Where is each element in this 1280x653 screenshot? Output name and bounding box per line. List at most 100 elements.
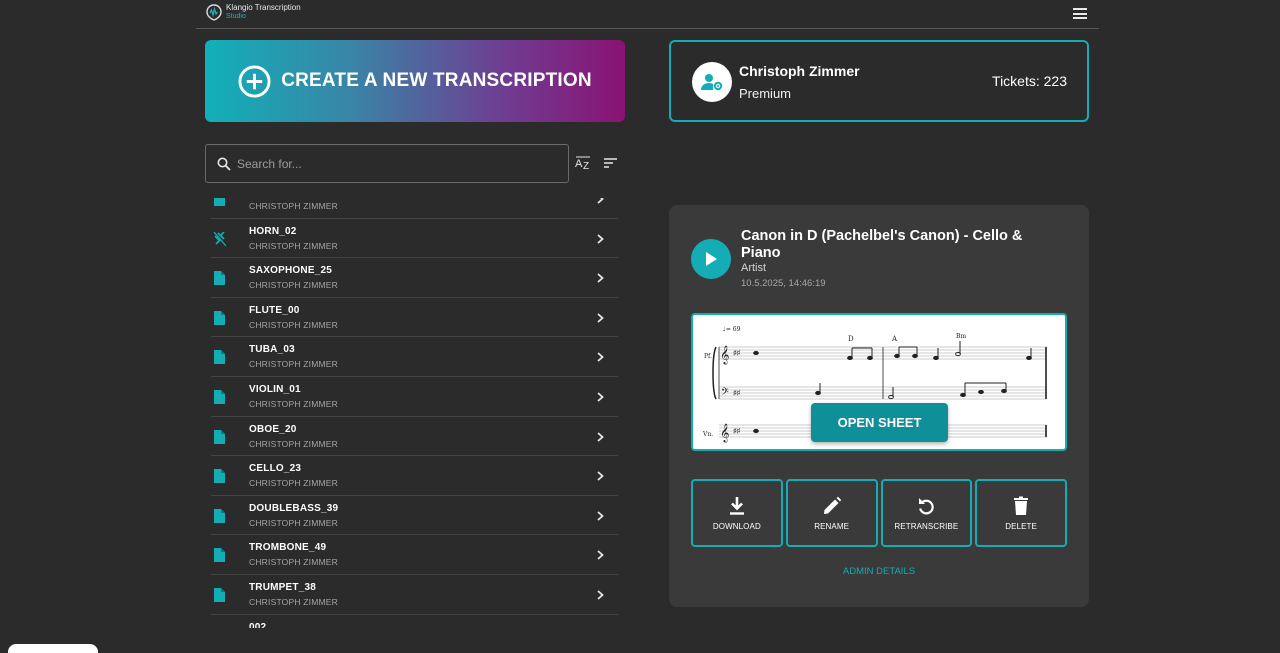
list-item[interactable]: TRUMPET_38 CHRISTOPH ZIMMER	[211, 575, 618, 615]
download-button[interactable]: DOWNLOAD	[691, 479, 783, 547]
bottom-widget[interactable]	[8, 644, 98, 653]
chevron-right-icon	[597, 431, 604, 442]
search-input[interactable]	[237, 154, 557, 174]
list-item[interactable]: CELLO_23 CHRISTOPH ZIMMER	[211, 456, 618, 496]
search-icon	[217, 157, 231, 171]
retranscribe-icon	[919, 497, 935, 514]
delete-label: DELETE	[1005, 521, 1037, 531]
svg-text:Pf.: Pf.	[704, 353, 712, 360]
list-item-name: TUBA_03	[249, 344, 295, 356]
svg-text:𝄞: 𝄞	[720, 423, 729, 443]
list-item[interactable]: HORN_02 CHRISTOPH ZIMMER	[211, 219, 618, 259]
user-card: Christoph Zimmer Premium Tickets: 223	[669, 40, 1089, 122]
transcription-title: Canon in D (Pachelbel's Canon) - Cello &…	[741, 228, 1023, 261]
admin-details-link[interactable]: ADMIN DETAILS	[669, 566, 1089, 577]
download-icon	[729, 496, 744, 515]
transcription-list: CHRISTOPH ZIMMER HORN_02 CHRISTOPH ZIMMER S…	[211, 198, 618, 628]
svg-text:Bm: Bm	[956, 333, 966, 340]
delete-button[interactable]: DELETE	[975, 479, 1067, 547]
file-icon	[214, 389, 225, 404]
search-box	[205, 144, 569, 183]
svg-text:Vn.: Vn.	[702, 431, 713, 438]
svg-text:A: A	[891, 335, 898, 343]
list-item-owner: CHRISTOPH ZIMMER	[249, 478, 338, 489]
list-item-owner: CHRISTOPH ZIMMER	[249, 280, 338, 291]
list-item-owner: CHRISTOPH ZIMMER	[249, 240, 338, 251]
plus-circle-icon	[238, 64, 271, 98]
svg-text:𝄢: 𝄢	[721, 386, 729, 400]
chevron-right-icon	[597, 198, 604, 204]
transcription-artist: Artist	[741, 262, 767, 274]
list-item-name: VIOLIN_01	[249, 383, 301, 395]
list-item[interactable]: OBOE_20 CHRISTOPH ZIMMER	[211, 417, 618, 457]
user-name: Christoph Zimmer	[739, 63, 860, 79]
list-item-owner: CHRISTOPH ZIMMER	[249, 201, 338, 211]
list-item-name: DOUBLEBASS_39	[249, 502, 339, 514]
retranscribe-button[interactable]: RETRANSCRIBE	[880, 479, 973, 547]
file-icon	[214, 508, 225, 523]
svg-text:𝄞: 𝄞	[720, 345, 729, 365]
user-plan: Premium	[739, 86, 792, 101]
action-buttons: DOWNLOAD RENAME RETRANSCRIBE DELETE	[691, 479, 1067, 547]
logo-title: Klangio Transcription	[226, 3, 301, 12]
list-item[interactable]: TROMBONE_49 CHRISTOPH ZIMMER	[211, 535, 618, 575]
create-transcription-button[interactable]: CREATE A NEW TRANSCRIPTION	[205, 40, 625, 122]
rename-button[interactable]: RENAME	[785, 479, 878, 547]
list-item[interactable]: VIOLIN_01 CHRISTOPH ZIMMER	[211, 377, 618, 417]
list-item[interactable]: CHRISTOPH ZIMMER	[211, 198, 618, 219]
chevron-right-icon	[597, 590, 604, 600]
svg-text:♯♯: ♯♯	[733, 428, 741, 435]
unlink-icon	[213, 231, 226, 246]
svg-text:A: A	[575, 158, 583, 170]
chevron-right-icon	[597, 273, 604, 283]
hamburger-menu-icon[interactable]	[1073, 8, 1087, 19]
chevron-right-icon	[597, 392, 604, 402]
svg-text:D: D	[848, 335, 854, 343]
list-item[interactable]: FLUTE_00 CHRISTOPH ZIMMER	[211, 298, 618, 338]
list-item-owner: CHRISTOPH ZIMMER	[249, 319, 338, 330]
pencil-icon	[823, 496, 841, 514]
sort-alphabetical-icon[interactable]: A Z	[575, 155, 592, 171]
app-logo[interactable]: Klangio Transcription Studio	[206, 3, 301, 21]
tickets-count: Tickets: 223	[992, 73, 1067, 89]
file-icon	[214, 310, 225, 325]
list-item[interactable]: 002	[211, 615, 618, 628]
svg-text:Z: Z	[583, 161, 589, 171]
chevron-right-icon	[597, 550, 604, 561]
list-item[interactable]: TUBA_03 CHRISTOPH ZIMMER	[211, 337, 618, 377]
chevron-right-icon	[597, 352, 604, 363]
svg-text:♯♯: ♯♯	[733, 350, 741, 357]
download-label: DOWNLOAD	[712, 521, 761, 531]
file-icon	[214, 350, 225, 365]
transcription-detail-panel: Canon in D (Pachelbel's Canon) - Cello &…	[669, 205, 1089, 607]
list-item-owner: CHRISTOPH ZIMMER	[249, 517, 338, 528]
list-item-name: TROMBONE_49	[249, 542, 327, 554]
list-item-name: HORN_02	[249, 225, 297, 237]
sheet-preview[interactable]: ♩= 69 D A Bm Pf. Vn. 𝄞 𝄢 𝄞 ♯♯ ♯♯ ♯♯ OPEN…	[691, 313, 1067, 451]
list-item-owner: CHRISTOPH ZIMMER	[249, 438, 338, 449]
transcription-date: 10.5.2025, 14:46:19	[741, 278, 826, 289]
open-sheet-button[interactable]: OPEN SHEET	[811, 403, 948, 442]
list-item-owner: CHRISTOPH ZIMMER	[249, 557, 338, 568]
trash-icon	[1014, 496, 1029, 515]
list-item-name: CELLO_23	[249, 463, 302, 475]
rename-label: RENAME	[814, 521, 850, 531]
chevron-right-icon	[597, 233, 604, 244]
sort-icon[interactable]	[603, 157, 618, 169]
list-item-owner: CHRISTOPH ZIMMER	[249, 398, 338, 409]
user-settings-icon	[701, 74, 723, 91]
play-button[interactable]	[691, 239, 731, 279]
user-avatar	[692, 62, 732, 102]
file-icon	[214, 429, 225, 444]
list-item-name: OBOE_20	[249, 423, 297, 435]
file-icon	[214, 548, 225, 563]
create-transcription-label: CREATE A NEW TRANSCRIPTION	[281, 70, 592, 91]
list-item-owner: CHRISTOPH ZIMMER	[249, 596, 338, 607]
svg-text:♯♯: ♯♯	[733, 390, 741, 397]
list-item-name: TRUMPET_38	[249, 581, 317, 593]
svg-text:♩= 69: ♩= 69	[723, 326, 741, 333]
list-item[interactable]: DOUBLEBASS_39 CHRISTOPH ZIMMER	[211, 496, 618, 536]
list-item-name: 002	[249, 621, 267, 628]
file-icon	[214, 271, 225, 286]
list-item[interactable]: SAXOPHONE_25 CHRISTOPH ZIMMER	[211, 258, 618, 298]
